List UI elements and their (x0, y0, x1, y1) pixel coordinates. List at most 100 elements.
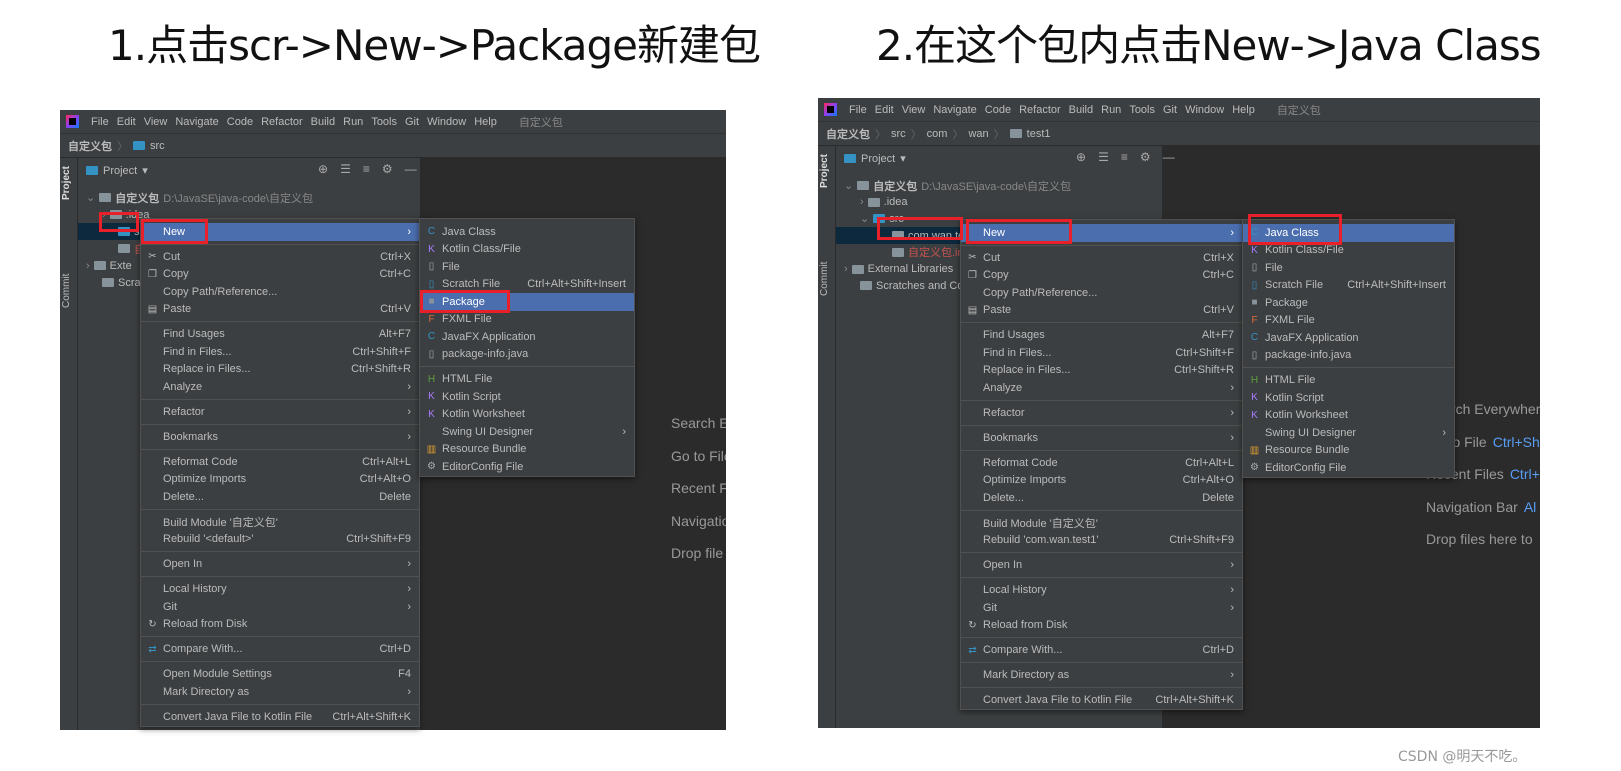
menu-item-find-usages[interactable]: Find Usages Alt+F7 (961, 327, 1242, 345)
menu-tools[interactable]: Tools (1129, 104, 1155, 116)
chevron-icon[interactable]: › (844, 263, 848, 275)
menu-item-copy[interactable]: ❐ Copy Ctrl+C (961, 267, 1242, 285)
menu-item-analyze[interactable]: Analyze › (141, 378, 419, 396)
menu-view[interactable]: View (144, 116, 168, 128)
menu-item-build-module[interactable]: Build Module '自定义包' (141, 513, 419, 531)
menu-build[interactable]: Build (311, 116, 335, 128)
menu-item-reformat-code[interactable]: Reformat Code Ctrl+Alt+L (961, 454, 1242, 472)
menu-item-git[interactable]: Git › (141, 598, 419, 616)
menu-item-paste[interactable]: ▤ Paste Ctrl+V (961, 302, 1242, 320)
menu-item-delete[interactable]: Delete... Delete (961, 489, 1242, 507)
menu-item-fxml-file[interactable]: F FXML File (420, 311, 634, 329)
breadcrumb-item[interactable]: wan (968, 128, 988, 140)
menu-item-git[interactable]: Git › (961, 599, 1242, 617)
menu-item-kotlin-worksheet[interactable]: K Kotlin Worksheet (1243, 407, 1454, 425)
menu-window[interactable]: Window (1185, 104, 1224, 116)
chevron-icon[interactable]: ⌄ (86, 191, 95, 204)
collapse-all-icon[interactable]: ≡ (1121, 150, 1128, 164)
menu-refactor[interactable]: Refactor (1019, 104, 1061, 116)
menu-item-convert-java-file-to-kotlin-file[interactable]: Convert Java File to Kotlin File Ctrl+Alt… (141, 708, 419, 726)
menu-item-cut[interactable]: ✂ Cut Ctrl+X (961, 249, 1242, 267)
menu-item-replace-in-files[interactable]: Replace in Files... Ctrl+Shift+R (961, 362, 1242, 380)
tree-item[interactable]: ⌄ 自定义包 D:\JavaSE\java-code\自定义包 (78, 189, 420, 206)
menu-item-local-history[interactable]: Local History › (141, 581, 419, 599)
menu-item-kotlin-class-file[interactable]: K Kotlin Class/File (420, 241, 634, 259)
breadcrumb-item[interactable]: 自定义包 (68, 138, 112, 154)
breadcrumb-item[interactable]: test1 (1027, 128, 1051, 140)
dropdown-icon[interactable]: ▾ (900, 152, 906, 165)
menu-item-swing-ui-designer[interactable]: Swing UI Designer › (420, 423, 634, 441)
menu-item-open-in[interactable]: Open In › (141, 556, 419, 574)
menu-item-kotlin-script[interactable]: K Kotlin Script (420, 388, 634, 406)
tree-item[interactable]: ⌄ 自定义包 D:\JavaSE\java-code\自定义包 (836, 177, 1162, 194)
menu-item-resource-bundle[interactable]: ▥ Resource Bundle (1243, 442, 1454, 460)
menu-item-compare-with[interactable]: ⇄ Compare With... Ctrl+D (961, 642, 1242, 660)
breadcrumb-item[interactable]: src (891, 128, 906, 140)
menu-item-analyze[interactable]: Analyze › (961, 379, 1242, 397)
hide-icon[interactable]: — (1163, 150, 1175, 164)
menu-refactor[interactable]: Refactor (261, 116, 303, 128)
menu-item-editorconfig-file[interactable]: ⚙ EditorConfig File (420, 458, 634, 476)
locate-icon[interactable]: ⊕ (318, 162, 328, 176)
menu-item-build-module[interactable]: Build Module '自定义包' (961, 514, 1242, 532)
gear-icon[interactable]: ⚙ (382, 162, 393, 176)
menu-navigate[interactable]: Navigate (175, 116, 218, 128)
menu-item-java-class[interactable]: C Java Class (420, 223, 634, 241)
side-tab-commit[interactable]: Commit (819, 262, 830, 296)
menu-item-package-info-java[interactable]: ▯ package-info.java (420, 346, 634, 364)
menu-item-compare-with[interactable]: ⇄ Compare With... Ctrl+D (141, 641, 419, 659)
menu-file[interactable]: File (849, 104, 867, 116)
menu-item-scratch-file[interactable]: ▯ Scratch File Ctrl+Alt+Shift+Insert (1243, 277, 1454, 295)
menu-item-find-in-files[interactable]: Find in Files... Ctrl+Shift+F (141, 343, 419, 361)
menu-item-html-file[interactable]: H HTML File (1243, 372, 1454, 390)
project-pane-title[interactable]: Project (861, 153, 895, 165)
menu-item-fxml-file[interactable]: F FXML File (1243, 312, 1454, 330)
menu-item-kotlin-worksheet[interactable]: K Kotlin Worksheet (420, 406, 634, 424)
menu-item-mark-directory-as[interactable]: Mark Directory as › (961, 667, 1242, 685)
side-tab-project[interactable]: Project (819, 154, 830, 188)
menu-item-rebuild-default[interactable]: Rebuild '<default>' Ctrl+Shift+F9 (141, 531, 419, 549)
chevron-icon[interactable]: › (860, 196, 864, 208)
menu-item-rebuild-com-wan-test1[interactable]: Rebuild 'com.wan.test1' Ctrl+Shift+F9 (961, 532, 1242, 550)
menu-item-javafx-application[interactable]: C JavaFX Application (1243, 329, 1454, 347)
menu-item-reload-from-disk[interactable]: ↻ Reload from Disk (141, 616, 419, 634)
menu-file[interactable]: File (91, 116, 109, 128)
breadcrumb-item[interactable]: 自定义包 (826, 126, 870, 142)
tree-item[interactable]: › .idea (836, 194, 1162, 211)
menu-help[interactable]: Help (1232, 104, 1255, 116)
menu-item-open-in[interactable]: Open In › (961, 557, 1242, 575)
dropdown-icon[interactable]: ▾ (142, 164, 148, 177)
menu-item-mark-directory-as[interactable]: Mark Directory as › (141, 683, 419, 701)
menu-code[interactable]: Code (227, 116, 253, 128)
menu-item-html-file[interactable]: H HTML File (420, 371, 634, 389)
menu-item-find-in-files[interactable]: Find in Files... Ctrl+Shift+F (961, 344, 1242, 362)
hide-icon[interactable]: — (405, 162, 417, 176)
chevron-icon[interactable]: › (86, 260, 90, 272)
expand-all-icon[interactable]: ☰ (340, 162, 351, 176)
menu-edit[interactable]: Edit (117, 116, 136, 128)
breadcrumb-item[interactable]: src (150, 140, 165, 152)
menu-item-refactor[interactable]: Refactor › (141, 403, 419, 421)
menu-help[interactable]: Help (474, 116, 497, 128)
menu-item-resource-bundle[interactable]: ▥ Resource Bundle (420, 441, 634, 459)
menu-edit[interactable]: Edit (875, 104, 894, 116)
menu-item-cut[interactable]: ✂ Cut Ctrl+X (141, 248, 419, 266)
collapse-all-icon[interactable]: ≡ (363, 162, 370, 176)
menu-tools[interactable]: Tools (371, 116, 397, 128)
menu-item-javafx-application[interactable]: C JavaFX Application (420, 328, 634, 346)
menu-git[interactable]: Git (1163, 104, 1177, 116)
gear-icon[interactable]: ⚙ (1140, 150, 1151, 164)
menu-item-swing-ui-designer[interactable]: Swing UI Designer › (1243, 424, 1454, 442)
menu-item-reformat-code[interactable]: Reformat Code Ctrl+Alt+L (141, 453, 419, 471)
expand-all-icon[interactable]: ☰ (1098, 150, 1109, 164)
menu-run[interactable]: Run (1101, 104, 1121, 116)
menu-item-copy-path-reference[interactable]: Copy Path/Reference... (961, 284, 1242, 302)
menu-item-editorconfig-file[interactable]: ⚙ EditorConfig File (1243, 459, 1454, 477)
menu-item-copy-path-reference[interactable]: Copy Path/Reference... (141, 283, 419, 301)
menu-item-bookmarks[interactable]: Bookmarks › (961, 429, 1242, 447)
menu-item-paste[interactable]: ▤ Paste Ctrl+V (141, 301, 419, 319)
menu-build[interactable]: Build (1069, 104, 1093, 116)
side-tab-commit[interactable]: Commit (61, 274, 72, 308)
menu-item-file[interactable]: ▯ File (1243, 259, 1454, 277)
menu-item-bookmarks[interactable]: Bookmarks › (141, 428, 419, 446)
